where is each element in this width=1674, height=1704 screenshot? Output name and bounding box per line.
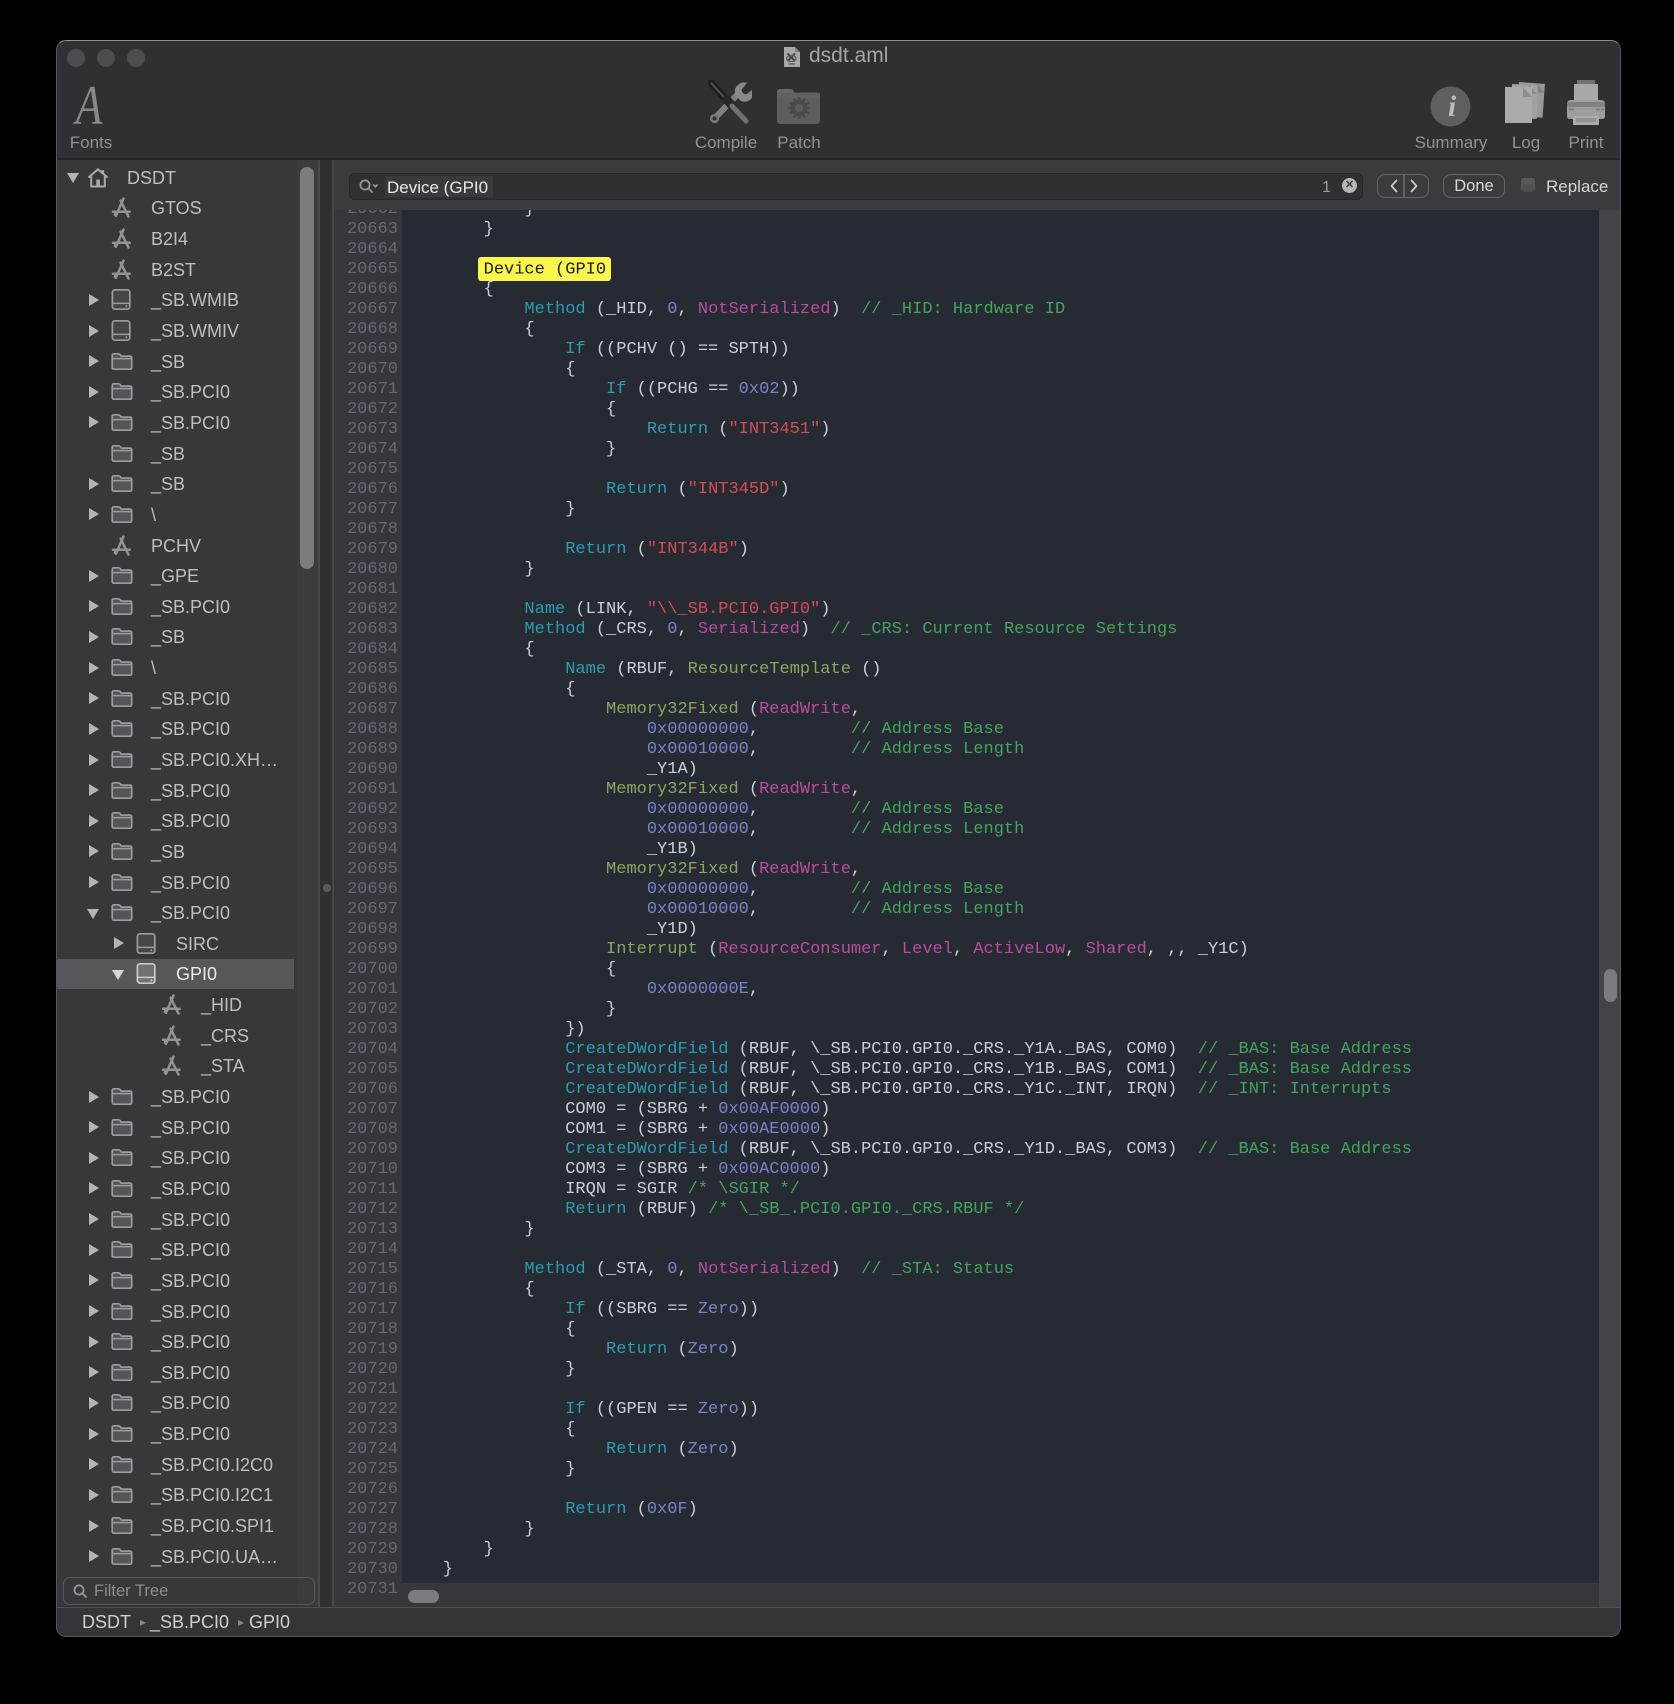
- svg-text:i: i: [1448, 90, 1457, 123]
